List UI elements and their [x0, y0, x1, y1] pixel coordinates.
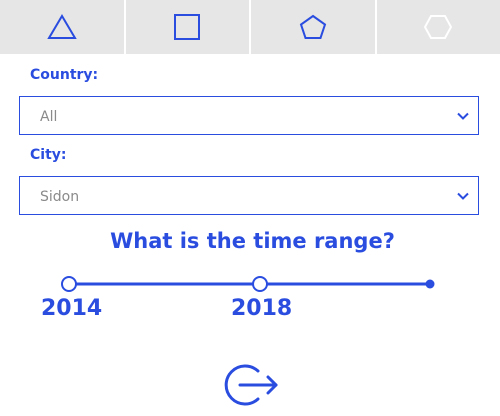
- slider-track-end[interactable]: [426, 280, 435, 289]
- country-label: Country:: [30, 67, 98, 83]
- arrow-right-circle-icon: [226, 366, 276, 404]
- country-value: All: [40, 109, 57, 125]
- city-value: Sidon: [40, 189, 79, 205]
- city-select[interactable]: Sidon: [19, 176, 479, 215]
- submit-button[interactable]: [220, 356, 280, 416]
- shape-tab-bar: [0, 0, 500, 54]
- slider-handle-end[interactable]: [253, 277, 267, 291]
- time-range-question: What is the time range?: [0, 229, 500, 253]
- chevron-down-icon: [456, 109, 470, 123]
- tab-pentagon[interactable]: [251, 0, 377, 54]
- tab-hexagon[interactable]: [377, 0, 500, 54]
- start-year-label: 2014: [41, 296, 102, 321]
- chevron-down-icon: [456, 189, 470, 203]
- tab-square[interactable]: [126, 0, 252, 54]
- country-select[interactable]: All: [19, 96, 479, 135]
- triangle-icon: [47, 14, 77, 40]
- slider-handle-start[interactable]: [62, 277, 76, 291]
- city-label: City:: [30, 147, 67, 163]
- pentagon-icon: [299, 14, 327, 40]
- tab-triangle[interactable]: [0, 0, 126, 54]
- hexagon-icon: [423, 14, 453, 40]
- square-icon: [174, 14, 200, 40]
- end-year-label: 2018: [231, 296, 292, 321]
- time-range-slider[interactable]: [0, 272, 500, 296]
